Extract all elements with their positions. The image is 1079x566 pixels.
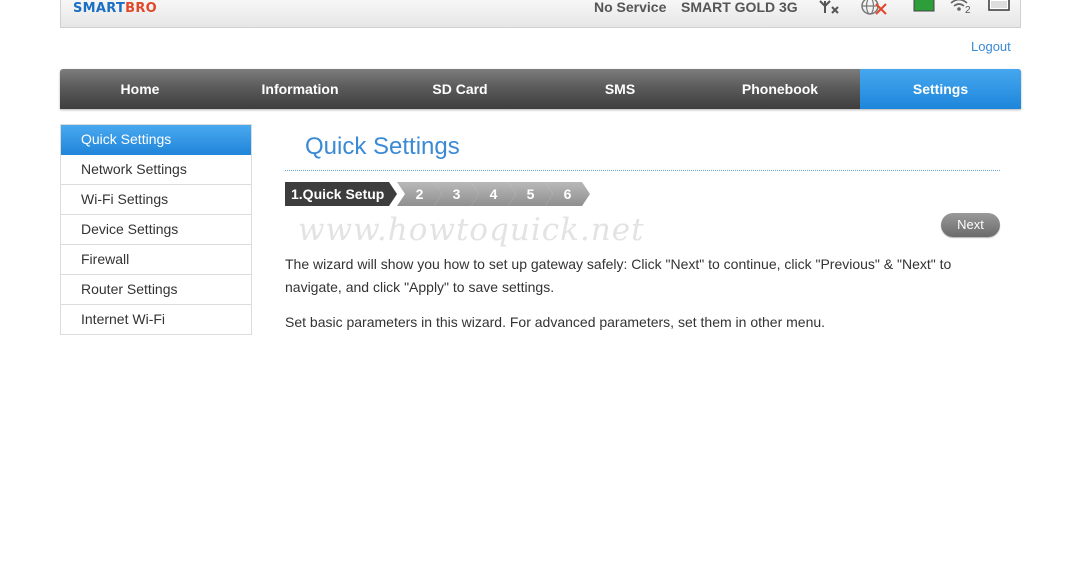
title-divider (285, 170, 1000, 171)
sidebar-item-quick-settings[interactable]: Quick Settings (61, 125, 251, 155)
next-button[interactable]: Next (941, 213, 1000, 237)
sim-status-icon (913, 0, 935, 17)
sidebar-item-wifi-settings[interactable]: Wi-Fi Settings (61, 185, 251, 215)
wizard-description: The wizard will show you how to set up g… (285, 256, 952, 295)
sidebar-item-router-settings[interactable]: Router Settings (61, 275, 251, 305)
sidebar-item-network-settings[interactable]: Network Settings (61, 155, 251, 185)
sidebar-item-internet-wifi[interactable]: Internet Wi-Fi (61, 305, 251, 335)
wizard-note: Set basic parameters in this wizard. For… (285, 314, 826, 330)
nav-tab-sms[interactable]: SMS (540, 69, 700, 109)
nav-tab-sd-card[interactable]: SD Card (380, 69, 540, 109)
internet-disconnected-icon (859, 0, 889, 21)
logo-smart: SMART (73, 1, 126, 16)
sidebar-item-device-settings[interactable]: Device Settings (61, 215, 251, 245)
nav-tab-information[interactable]: Information (220, 69, 380, 109)
logo-bro: BRO (125, 1, 158, 16)
top-status-bar: SMARTBRO No Service SMART GOLD 3G 2 (60, 0, 1021, 28)
provider-name: SMART GOLD 3G (681, 0, 798, 15)
wizard-step-2: 2 (397, 182, 442, 206)
battery-icon (987, 0, 1011, 17)
signal-strength-icon (819, 0, 843, 21)
sidebar-item-firewall[interactable]: Firewall (61, 245, 251, 275)
smartbro-logo: SMARTBRO (73, 0, 157, 18)
wifi-client-count: 2 (965, 5, 971, 16)
wizard-step-1: 1.Quick Setup (285, 182, 397, 206)
nav-tab-phonebook[interactable]: Phonebook (700, 69, 860, 109)
watermark-text: www.howtoquick.net (298, 212, 645, 248)
main-nav: Home Information SD Card SMS Phonebook S… (60, 69, 1021, 109)
page-title: Quick Settings (305, 133, 460, 160)
network-status-text: No Service (594, 0, 667, 15)
logout-link[interactable]: Logout (971, 39, 1011, 54)
nav-tab-settings[interactable]: Settings (860, 69, 1021, 109)
settings-sidebar: Quick Settings Network Settings Wi-Fi Se… (60, 124, 252, 335)
nav-tab-home[interactable]: Home (60, 69, 220, 109)
